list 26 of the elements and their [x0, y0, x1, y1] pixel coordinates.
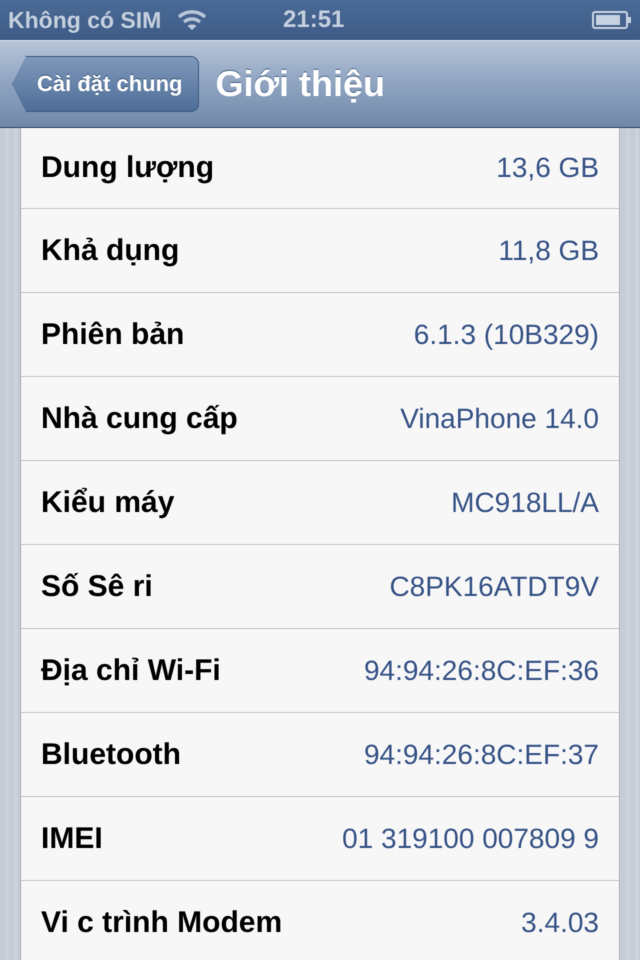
- row-value: 11,8 GB: [498, 234, 599, 266]
- row-value: VinaPhone 14.0: [400, 402, 599, 434]
- page-title: Giới thiệu: [215, 63, 386, 105]
- row-label: Vi c trình Modem: [41, 906, 282, 940]
- row-value: 01 319100 007809 9: [342, 822, 599, 854]
- row-label: Khả dụng: [41, 234, 180, 268]
- carrier-label: Không có SIM: [8, 6, 162, 34]
- row-label: Số Sê ri: [41, 570, 153, 604]
- row-label: IMEI: [41, 822, 103, 856]
- row-value: 3.4.03: [521, 906, 599, 938]
- row-value: 13,6 GB: [496, 152, 599, 184]
- back-button[interactable]: Cài đặt chung: [12, 56, 200, 112]
- clock-time: 21:51: [283, 6, 344, 34]
- row-value: C8PK16ATDT9V: [389, 570, 599, 602]
- row-value: 6.1.3 (10B329): [414, 318, 599, 350]
- row-label: Phiên bản: [41, 318, 184, 352]
- row-label: Dung lượng: [41, 151, 214, 185]
- row-label: Nhà cung cấp: [41, 402, 238, 436]
- row-label: Địa chỉ Wi-Fi: [41, 654, 221, 688]
- battery-icon: [592, 10, 632, 30]
- row-value: 94:94:26:8C:EF:36: [364, 654, 599, 686]
- row-label: Kiểu máy: [41, 486, 174, 520]
- row-label: Bluetooth: [41, 738, 181, 772]
- wifi-icon: [177, 9, 208, 31]
- row-value: 94:94:26:8C:EF:37: [364, 738, 599, 770]
- row-value: MC918LL/A: [451, 486, 599, 518]
